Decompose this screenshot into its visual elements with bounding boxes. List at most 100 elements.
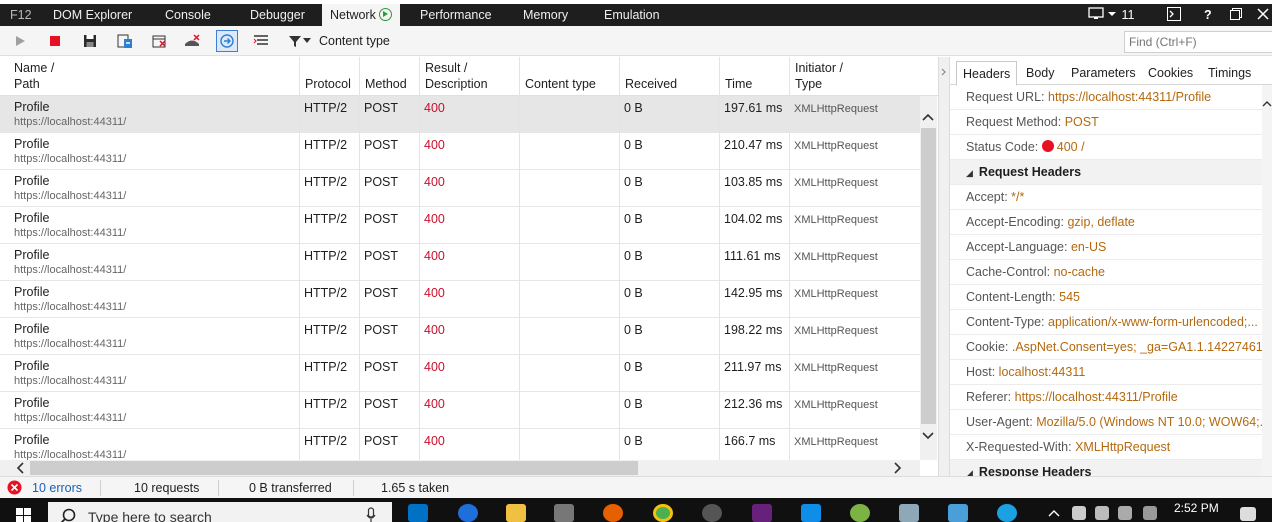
details-tab-cookies[interactable]: Cookies [1148, 66, 1193, 80]
header-row[interactable]: Request Method: POST [950, 110, 1262, 135]
column-divider[interactable] [719, 57, 720, 460]
column-header-result[interactable]: Result / Description [425, 60, 488, 92]
table-row[interactable]: Profile https://localhost:44311/HTTP/2 POS… [0, 355, 920, 392]
dropbox-icon[interactable] [1143, 506, 1157, 520]
restore-icon[interactable] [1230, 4, 1242, 26]
details-tab-body[interactable]: Body [1026, 66, 1055, 80]
column-header-initiator[interactable]: Initiator / Type [795, 60, 843, 92]
find-input[interactable] [1124, 31, 1272, 53]
taskbar-search-box[interactable]: Type here to search [48, 502, 392, 522]
table-horizontal-scroll-thumb[interactable] [30, 461, 638, 475]
scroll-up-icon[interactable] [921, 111, 935, 123]
panel-splitter[interactable] [938, 57, 950, 476]
column-divider[interactable] [359, 57, 360, 460]
firefox-icon[interactable] [603, 504, 623, 522]
header-row[interactable]: Cookie: .AspNet.Consent=yes; _ga=GA1.1.1… [950, 335, 1262, 360]
help-button[interactable]: ? [1204, 4, 1212, 26]
table-row[interactable]: Profile https://localhost:44311/HTTP/2 POS… [0, 318, 920, 355]
tab-debugger[interactable]: Debugger [250, 4, 305, 26]
scroll-right-icon[interactable] [892, 461, 904, 475]
file-explorer-icon[interactable] [506, 504, 526, 522]
column-divider[interactable] [789, 57, 790, 460]
volume-icon[interactable] [1118, 506, 1132, 520]
always-refresh-icon[interactable] [114, 30, 136, 52]
tab-performance[interactable]: Performance [420, 4, 492, 26]
header-row[interactable]: Accept-Encoding: gzip, deflate [950, 210, 1262, 235]
tab-memory[interactable]: Memory [523, 4, 568, 26]
scroll-left-icon[interactable] [14, 461, 26, 475]
content-type-filter[interactable]: Content type [288, 30, 390, 52]
table-row[interactable]: Profile https://localhost:44311/HTTP/2 POS… [0, 133, 920, 170]
column-header-time[interactable]: Time [725, 76, 752, 92]
table-row[interactable]: Profile https://localhost:44311/HTTP/2 POS… [0, 170, 920, 207]
teamviewer-icon[interactable] [801, 504, 821, 522]
column-header-content-type[interactable]: Content type [525, 76, 596, 92]
column-divider[interactable] [299, 57, 300, 460]
calculator-icon[interactable] [554, 504, 574, 522]
header-row[interactable]: Accept: */* [950, 185, 1262, 210]
column-divider[interactable] [619, 57, 620, 460]
clear-cache-icon[interactable] [181, 30, 203, 52]
table-row[interactable]: Profile https://localhost:44311/HTTP/2 POS… [0, 244, 920, 281]
app-icon[interactable] [702, 504, 722, 522]
table-row[interactable]: Profile https://localhost:44311/HTTP/2 POS… [0, 96, 920, 133]
tab-emulation[interactable]: Emulation [604, 4, 660, 26]
collapse-panel-icon[interactable] [939, 67, 949, 77]
start-profiling-icon[interactable] [9, 30, 31, 52]
column-divider[interactable] [419, 57, 420, 460]
header-row[interactable]: Content-Type: application/x-www-form-url… [950, 310, 1262, 335]
console-toggle-icon[interactable] [1167, 4, 1181, 26]
table-row[interactable]: Profile https://localhost:44311/HTTP/2 POS… [0, 207, 920, 244]
windows-start-icon[interactable] [16, 508, 32, 522]
column-header-received[interactable]: Received [625, 76, 677, 92]
notifications-icon[interactable] [1240, 507, 1256, 521]
details-tab-parameters[interactable]: Parameters [1071, 66, 1136, 80]
details-tab-timings[interactable]: Timings [1208, 66, 1251, 80]
internet-explorer-icon[interactable] [997, 504, 1017, 522]
clear-on-navigate-icon[interactable] [216, 30, 238, 52]
microphone-icon[interactable] [366, 507, 376, 522]
table-row[interactable]: Profile https://localhost:44311/HTTP/2 POS… [0, 281, 920, 318]
clear-entries-icon[interactable] [148, 30, 170, 52]
notepad-icon[interactable] [899, 504, 919, 522]
header-row[interactable]: X-Requested-With: XMLHttpRequest [950, 435, 1262, 460]
visual-studio-icon[interactable] [752, 504, 772, 522]
power-tray-icon[interactable] [1095, 506, 1109, 520]
scroll-down-icon[interactable] [921, 430, 935, 442]
table-vertical-scroll-thumb[interactable] [921, 128, 936, 424]
html5-icon[interactable] [948, 504, 968, 522]
column-divider[interactable] [519, 57, 520, 460]
upwork-icon[interactable] [850, 504, 870, 522]
errors-count-link[interactable]: 10 errors [32, 481, 82, 495]
header-row[interactable]: Request URL: https://localhost:44311/Pro… [950, 85, 1262, 110]
header-row[interactable]: Status Code: 400 / [950, 135, 1262, 160]
edge-icon[interactable] [458, 504, 478, 522]
header-row[interactable]: Cache-Control: no-cache [950, 260, 1262, 285]
table-row[interactable]: Profile https://localhost:44311/HTTP/2 POS… [0, 392, 920, 429]
details-tab-headers[interactable]: Headers [956, 61, 1018, 86]
header-row[interactable]: Accept-Language: en-US [950, 235, 1262, 260]
header-row[interactable]: Content-Length: 545 [950, 285, 1262, 310]
chevron-up-icon[interactable] [1048, 509, 1060, 517]
details-vertical-scrollbar[interactable] [1262, 85, 1272, 476]
tab-dom-explorer[interactable]: DOM Explorer [53, 4, 132, 26]
column-header-protocol[interactable]: Protocol [305, 76, 351, 92]
tab-console[interactable]: Console [165, 4, 211, 26]
stop-profiling-icon[interactable] [44, 30, 66, 52]
taskbar-clock[interactable]: 2:52 PM [1174, 501, 1219, 515]
close-icon[interactable] [1257, 4, 1269, 26]
chrome-icon[interactable] [653, 504, 673, 522]
header-row[interactable]: Host: localhost:44311 [950, 360, 1262, 385]
export-har-icon[interactable] [79, 30, 101, 52]
outlook-icon[interactable] [408, 504, 428, 522]
document-mode-selector[interactable]: 11 [1088, 4, 1134, 26]
column-header-name[interactable]: Name / Path [14, 60, 54, 92]
list-view-icon[interactable] [250, 30, 272, 52]
tab-network[interactable]: Network [322, 4, 400, 26]
header-row[interactable]: User-Agent: Mozilla/5.0 (Windows NT 10.0… [950, 410, 1262, 435]
network-tray-icon[interactable] [1072, 506, 1086, 520]
column-header-method[interactable]: Method [365, 76, 407, 92]
headers-section-toggle[interactable]: ◢ Request Headers [950, 160, 1262, 185]
scroll-up-icon[interactable] [1262, 99, 1272, 109]
header-row[interactable]: Referer: https://localhost:44311/Profile [950, 385, 1262, 410]
